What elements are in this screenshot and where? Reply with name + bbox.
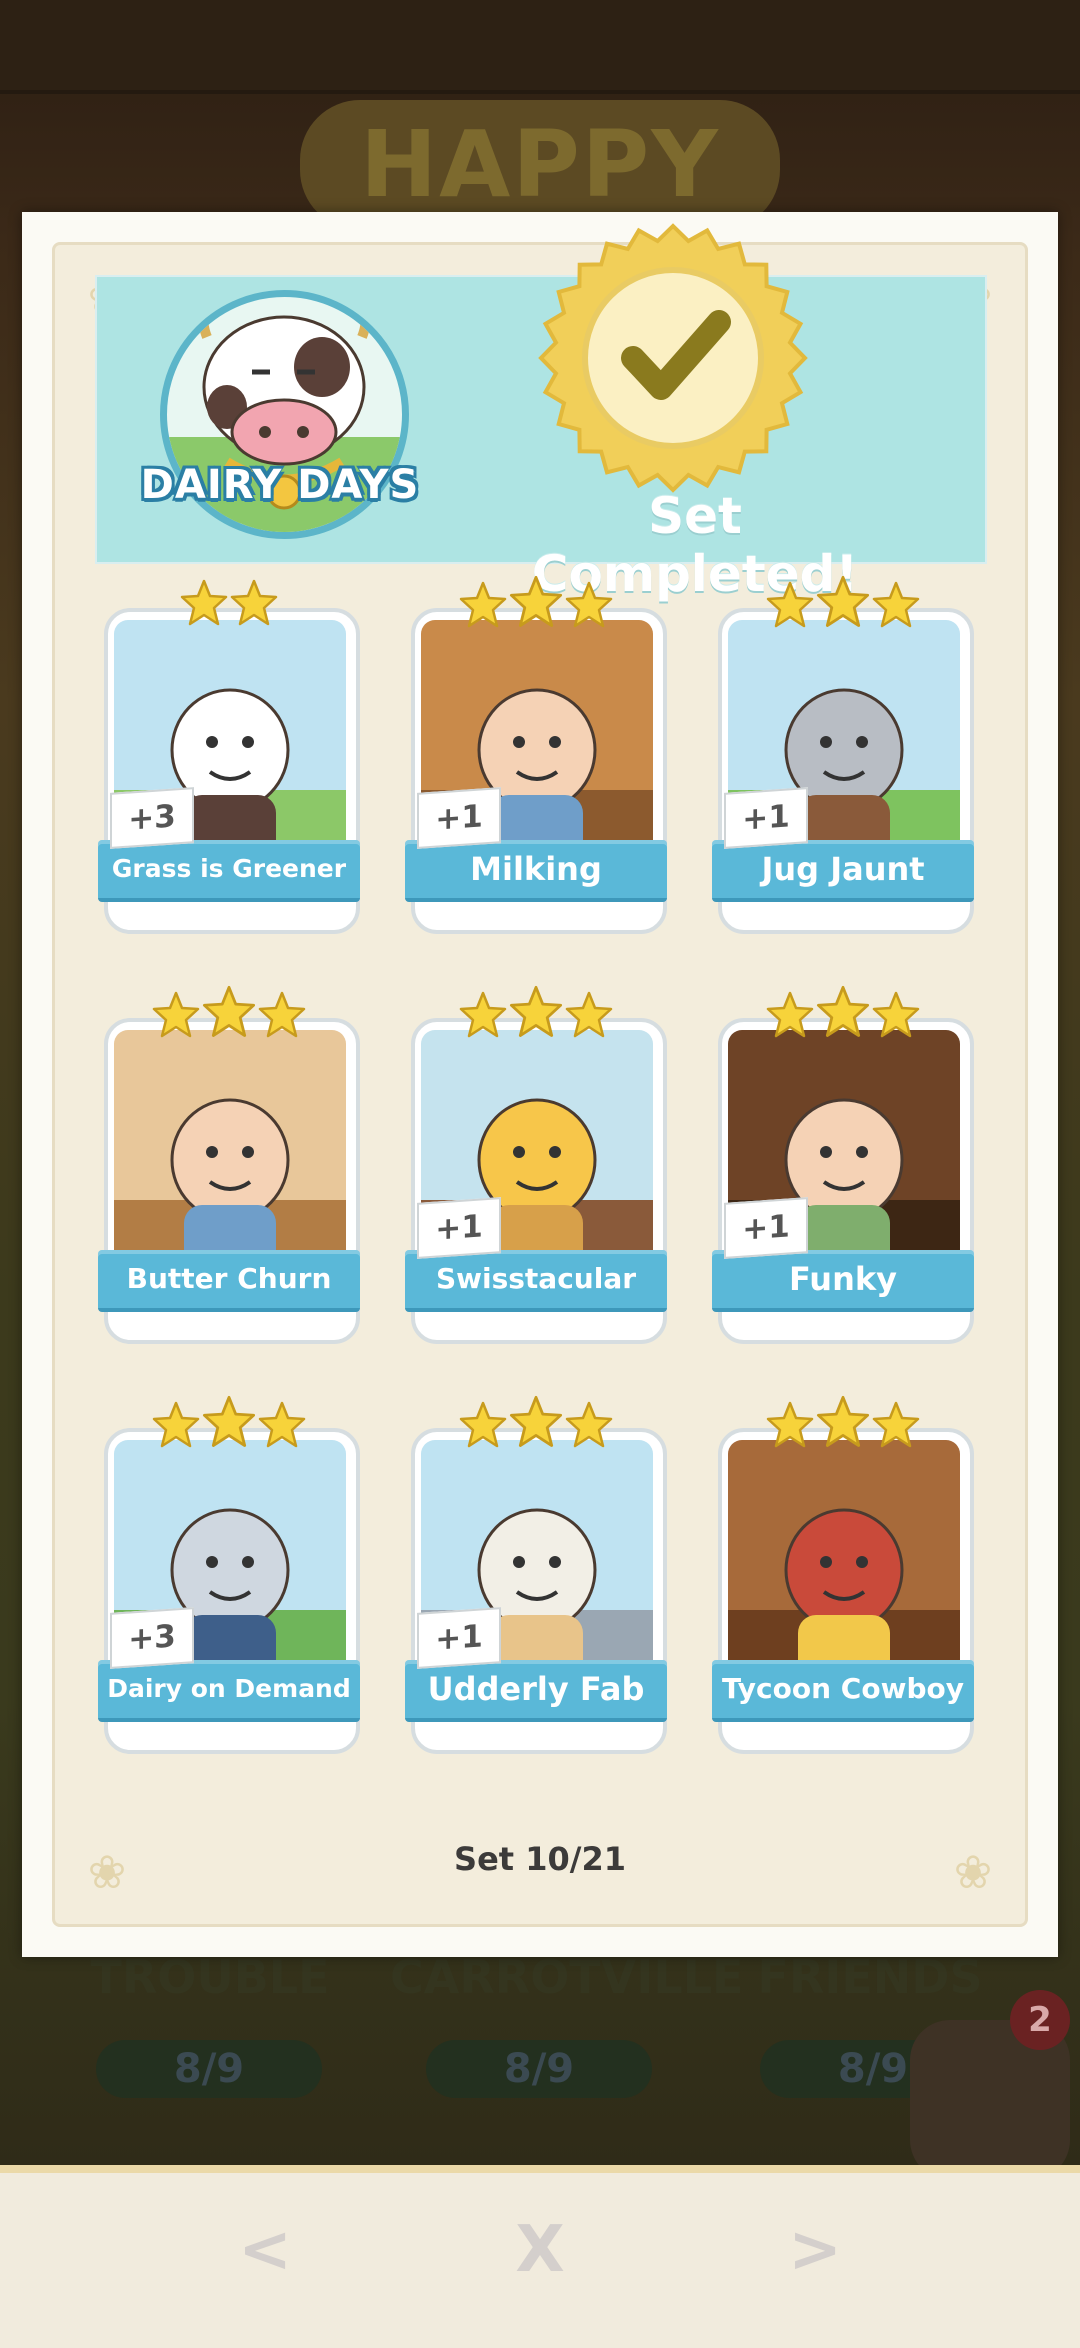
card-name-label: Butter Churn	[98, 1250, 360, 1312]
corner-ornament-icon: ❀	[953, 1845, 993, 1899]
card-star-rating	[712, 985, 974, 1044]
star-icon	[509, 1395, 563, 1447]
card-name-label: Swisstacular	[405, 1250, 667, 1312]
background-set-label: TROUBLE	[90, 1950, 330, 2004]
star-icon	[202, 1395, 256, 1447]
card-name-label: Tycoon Cowboy	[712, 1660, 974, 1722]
card-count-tag: +1	[724, 787, 808, 849]
card-item[interactable]: Milking +1	[405, 575, 667, 934]
checkmark-seal-icon	[538, 223, 808, 493]
card-count-tag: +3	[110, 787, 194, 849]
star-icon	[565, 991, 613, 1038]
star-icon	[459, 991, 507, 1038]
corner-ornament-icon: ❀	[87, 1845, 127, 1899]
star-icon	[816, 985, 870, 1037]
star-icon	[459, 1401, 507, 1448]
card-star-rating	[405, 1395, 667, 1454]
star-icon	[766, 991, 814, 1038]
card-item[interactable]: Jug Jaunt +1	[712, 575, 974, 934]
background-set-label: FRIENDS	[757, 1950, 983, 2004]
card-count-tag: +1	[724, 1197, 808, 1259]
set-name: DAIRY DAYS	[140, 462, 420, 508]
card-item[interactable]: Butter Churn	[98, 985, 360, 1344]
card-name-label: Dairy on Demand	[98, 1660, 360, 1722]
star-icon	[766, 1401, 814, 1448]
notification-badge: 2	[1010, 1990, 1070, 2050]
card-count-tag: +1	[417, 1197, 501, 1259]
background-set-progress: 8/9	[96, 2040, 322, 2098]
star-icon	[459, 581, 507, 628]
event-title: HAPPY HARVEST	[300, 100, 794, 348]
star-icon	[152, 1401, 200, 1448]
card-item[interactable]: Funky +1	[712, 985, 974, 1344]
background-banner	[0, 0, 1080, 94]
card-star-rating	[712, 1395, 974, 1454]
card-count-tag: +1	[417, 787, 501, 849]
card-count-tag: +1	[417, 1607, 501, 1669]
star-icon	[152, 991, 200, 1038]
previous-set-button[interactable]: <	[210, 2205, 320, 2295]
card-star-rating	[98, 578, 360, 634]
background-set-progress: 8/9	[426, 2040, 652, 2098]
card-item[interactable]: Grass is Greener +3	[98, 578, 360, 934]
star-icon	[872, 991, 920, 1038]
card-item[interactable]: Udderly Fab +1	[405, 1395, 667, 1754]
star-icon	[509, 575, 563, 627]
star-icon	[872, 1401, 920, 1448]
star-icon	[509, 985, 563, 1037]
star-icon	[565, 581, 613, 628]
star-icon	[180, 579, 228, 626]
set-counter: Set 10/21	[454, 1840, 626, 1878]
card-item[interactable]: Swisstacular +1	[405, 985, 667, 1344]
star-icon	[258, 991, 306, 1038]
card-name-label: Udderly Fab	[405, 1660, 667, 1722]
star-icon	[565, 1401, 613, 1448]
card-name-label: Milking	[405, 840, 667, 902]
close-button[interactable]: X	[485, 2205, 595, 2295]
star-icon	[258, 1401, 306, 1448]
star-icon	[766, 581, 814, 628]
star-icon	[816, 1395, 870, 1447]
star-icon	[202, 985, 256, 1037]
card-star-rating	[98, 1395, 360, 1454]
card-star-rating	[712, 575, 974, 634]
card-item[interactable]: Tycoon Cowboy	[712, 1395, 974, 1754]
card-star-rating	[405, 575, 667, 634]
card-star-rating	[405, 985, 667, 1044]
card-name-label: Grass is Greener	[98, 840, 360, 902]
card-item[interactable]: Dairy on Demand +3	[98, 1395, 360, 1754]
star-icon	[230, 579, 278, 626]
star-icon	[872, 581, 920, 628]
next-set-button[interactable]: >	[760, 2205, 870, 2295]
card-count-tag: +3	[110, 1607, 194, 1669]
card-star-rating	[98, 985, 360, 1044]
star-icon	[816, 575, 870, 627]
background-set-label: CARROTVILLE	[390, 1950, 744, 2004]
card-name-label: Funky	[712, 1250, 974, 1312]
card-name-label: Jug Jaunt	[712, 840, 974, 902]
